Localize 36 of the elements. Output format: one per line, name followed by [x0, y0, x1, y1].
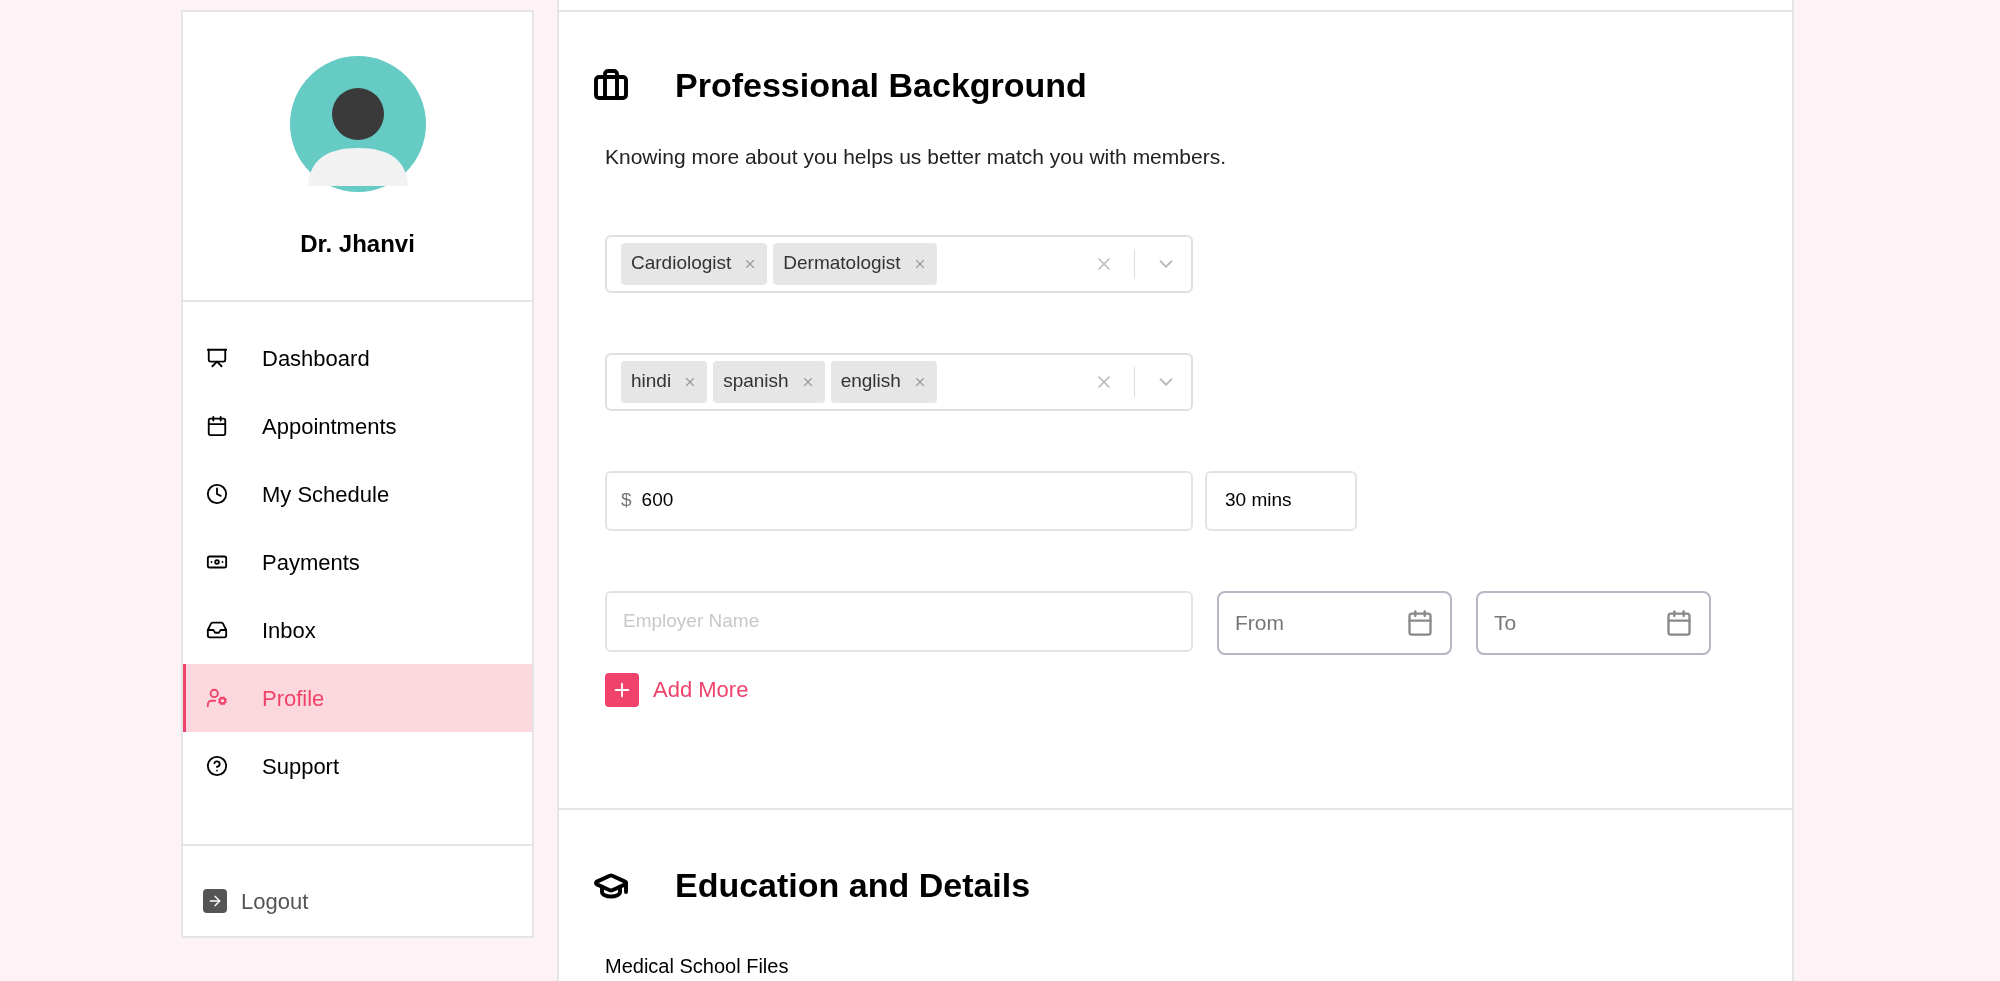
section-description: Knowing more about you helps us better match you with members.	[605, 144, 1227, 170]
inbox-icon	[206, 619, 228, 641]
nav-item[interactable]: Appointments	[183, 392, 532, 460]
fee-input[interactable]: 600	[641, 486, 1142, 515]
section-title: Education and Details	[675, 865, 1031, 906]
nav-item[interactable]: Support	[183, 732, 532, 800]
fee-field[interactable]: $ 600	[605, 470, 1193, 531]
date-field[interactable]: To	[1476, 590, 1711, 655]
logout-icon	[203, 889, 227, 913]
nav-item[interactable]: Payments	[183, 528, 532, 596]
multi-select[interactable]: Cardiologist Dermatologist	[605, 234, 1193, 293]
date-field[interactable]: From	[1217, 590, 1452, 655]
tag-label: hindi	[631, 369, 672, 394]
calendar-icon	[206, 415, 228, 437]
multi-select[interactable]: hindi spanish english	[605, 352, 1193, 411]
logout-button[interactable]: Logout	[203, 884, 309, 918]
currency-symbol: $	[621, 488, 632, 513]
user-gear-icon	[206, 687, 228, 709]
nav-item[interactable]: My Schedule	[183, 460, 532, 528]
calendar-icon	[1665, 608, 1693, 637]
calendar-icon	[1406, 608, 1434, 637]
duration-field[interactable]: 30 mins	[1205, 470, 1357, 531]
user-name: Dr. Jhanvi	[300, 229, 415, 259]
nav-item[interactable]: Dashboard	[183, 324, 532, 392]
section-title: Professional Background	[675, 65, 1087, 106]
plus-icon	[605, 672, 639, 707]
field-label: Medical School Files	[605, 954, 790, 979]
presentation-icon	[206, 347, 228, 369]
tag-label: Cardiologist	[631, 251, 732, 276]
nav-item[interactable]: Inbox	[183, 596, 532, 664]
tag-label: english	[840, 369, 901, 394]
tag-label: spanish	[723, 369, 789, 394]
help-icon	[206, 755, 228, 777]
clock-icon	[206, 483, 228, 505]
tag-label: Dermatologist	[783, 251, 901, 276]
add-more-button[interactable]: Add More	[605, 672, 749, 707]
